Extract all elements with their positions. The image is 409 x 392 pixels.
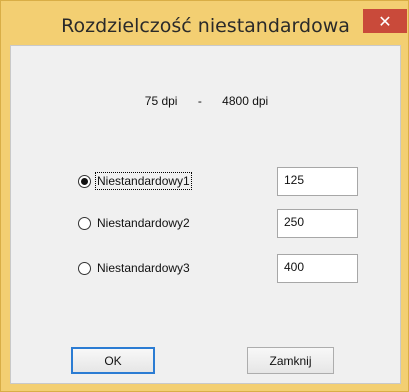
option-row-1[interactable]: Niestandardowy1 (78, 171, 192, 191)
value-input-3[interactable]: 400 (277, 254, 358, 283)
radio-label-2[interactable]: Niestandardowy2 (97, 216, 190, 230)
dpi-min: 75 dpi (144, 94, 178, 108)
option-row-3[interactable]: Niestandardowy3 (78, 258, 190, 278)
close-icon: ✕ (378, 11, 392, 31)
dialog-client-area: 75 dpi - 4800 dpi Niestandardowy1 125 Ni… (10, 45, 401, 384)
radio-label-1[interactable]: Niestandardowy1 (95, 172, 192, 190)
close-button[interactable]: ✕ (363, 9, 407, 33)
dpi-separator: - (197, 94, 202, 108)
radio-button-1[interactable] (78, 174, 91, 188)
dpi-range: 75 dpi - 4800 dpi (11, 94, 402, 108)
option-row-2[interactable]: Niestandardowy2 (78, 213, 190, 233)
value-input-1[interactable]: 125 (277, 167, 358, 196)
close-dialog-button[interactable]: Zamknij (247, 347, 334, 374)
radio-button-2[interactable] (78, 216, 91, 230)
radio-button-3[interactable] (78, 261, 91, 275)
ok-button[interactable]: OK (71, 347, 155, 374)
value-input-2[interactable]: 250 (277, 209, 358, 238)
dpi-max: 4800 dpi (222, 94, 269, 108)
radio-label-3[interactable]: Niestandardowy3 (97, 261, 190, 275)
window-title: Rozdzielczość niestandardowa (61, 15, 350, 37)
dialog-window: Rozdzielczość niestandardowa ✕ 75 dpi - … (0, 0, 409, 392)
